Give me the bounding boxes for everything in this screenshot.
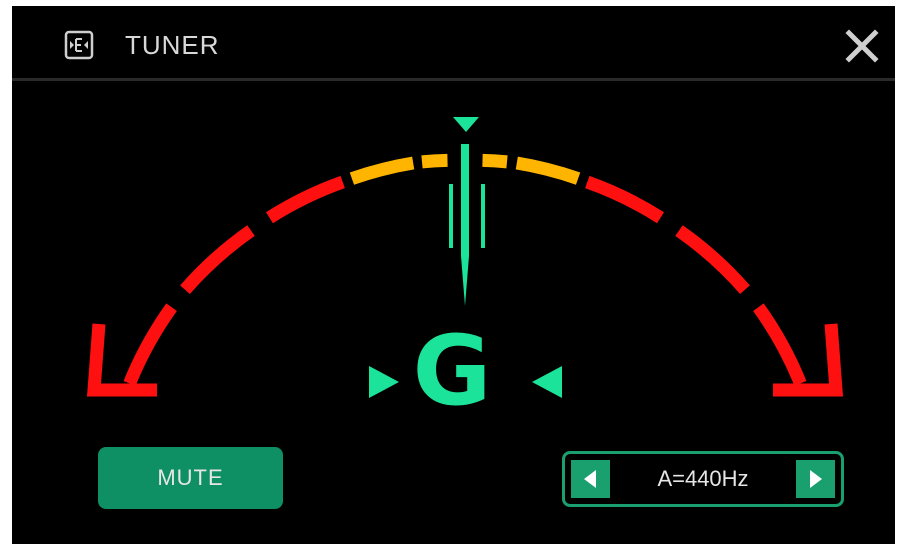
decrease-pitch-button[interactable] <box>571 460 610 498</box>
arc-segment-sharp-far <box>585 175 664 224</box>
arc-segment-sharp-far <box>753 303 807 386</box>
reference-pitch-value: A=440Hz <box>657 466 749 491</box>
arc-segment-sharp-far <box>675 225 750 295</box>
arc-segment-flat-near <box>421 153 448 169</box>
sharp-arrow-icon <box>532 366 562 398</box>
mute-button[interactable]: MUTE <box>98 447 283 509</box>
tuner-screen: TUNER G MUTE A=440Hz <box>12 6 895 544</box>
reference-pitch-control: A=440Hz <box>562 451 844 507</box>
arrow-left-icon <box>584 470 596 488</box>
tuning-needle <box>449 144 485 306</box>
arc-segment-sharp-near <box>482 153 508 169</box>
arc-segment-flat-near <box>349 156 415 185</box>
arc-segment-flat-far <box>123 303 177 386</box>
arc-segment-sharp-near <box>515 156 581 185</box>
increase-pitch-button[interactable] <box>796 460 835 498</box>
arc-segment-flat-far <box>266 175 345 224</box>
center-marker-icon <box>453 117 479 132</box>
arc-segment-flat-far <box>180 225 255 295</box>
arrow-right-icon <box>810 470 822 488</box>
detected-note: G <box>412 315 492 427</box>
